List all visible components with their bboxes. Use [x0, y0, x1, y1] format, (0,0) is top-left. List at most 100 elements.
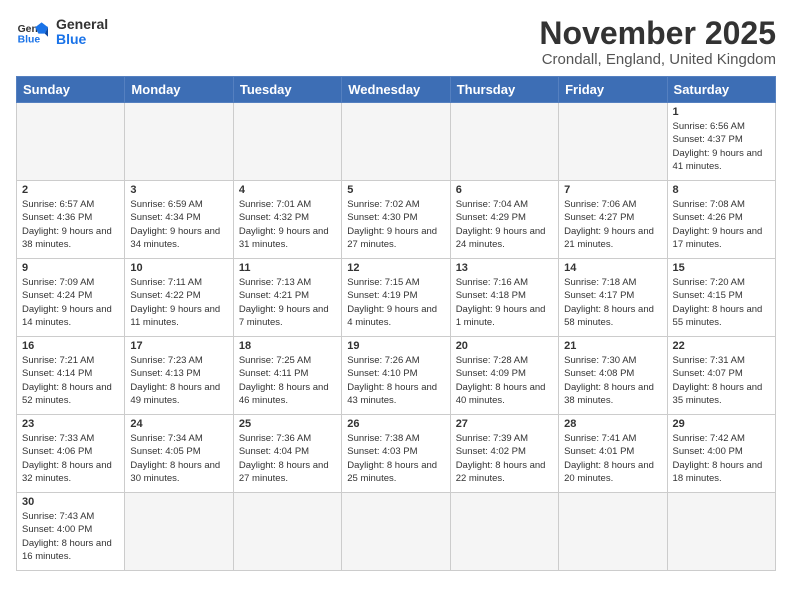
calendar-week-2: 9 Sunrise: 7:09 AM Sunset: 4:24 PM Daylig… — [17, 259, 776, 337]
day-info: Sunrise: 7:25 AM Sunset: 4:11 PM Dayligh… — [239, 354, 336, 407]
day-info: Sunrise: 7:09 AM Sunset: 4:24 PM Dayligh… — [22, 276, 119, 329]
day-info: Sunrise: 7:28 AM Sunset: 4:09 PM Dayligh… — [456, 354, 553, 407]
day-number: 22 — [673, 340, 770, 352]
calendar-header-row: SundayMondayTuesdayWednesdayThursdayFrid… — [17, 77, 776, 103]
day-info: Sunrise: 7:36 AM Sunset: 4:04 PM Dayligh… — [239, 432, 336, 485]
calendar-cell: 29 Sunrise: 7:42 AM Sunset: 4:00 PM Dayli… — [667, 415, 775, 493]
calendar-cell — [667, 493, 775, 571]
day-number: 13 — [456, 262, 553, 274]
day-number: 20 — [456, 340, 553, 352]
day-number: 3 — [130, 184, 227, 196]
weekday-header-monday: Monday — [125, 77, 233, 103]
day-number: 9 — [22, 262, 119, 274]
day-number: 23 — [22, 418, 119, 430]
calendar-cell — [450, 103, 558, 181]
logo-icon: General Blue — [16, 16, 48, 48]
calendar-cell: 13Sunrise: 7:16 AM Sunset: 4:18 PM Dayli… — [450, 259, 558, 337]
day-info: Sunrise: 7:13 AM Sunset: 4:21 PM Dayligh… — [239, 276, 336, 329]
calendar-cell: 4 Sunrise: 7:01 AM Sunset: 4:32 PM Daylig… — [233, 181, 341, 259]
day-info: Sunrise: 7:30 AM Sunset: 4:08 PM Dayligh… — [564, 354, 661, 407]
logo: General Blue General Blue — [16, 16, 108, 48]
day-info: Sunrise: 6:57 AM Sunset: 4:36 PM Dayligh… — [22, 198, 119, 251]
day-info: Sunrise: 7:42 AM Sunset: 4:00 PM Dayligh… — [673, 432, 770, 485]
day-info: Sunrise: 7:21 AM Sunset: 4:14 PM Dayligh… — [22, 354, 119, 407]
calendar-cell: 14Sunrise: 7:18 AM Sunset: 4:17 PM Dayli… — [559, 259, 667, 337]
calendar-cell: 28 Sunrise: 7:41 AM Sunset: 4:01 PM Dayli… — [559, 415, 667, 493]
calendar-cell — [559, 103, 667, 181]
calendar-cell — [125, 493, 233, 571]
calendar-cell: 17Sunrise: 7:23 AM Sunset: 4:13 PM Dayli… — [125, 337, 233, 415]
day-number: 17 — [130, 340, 227, 352]
day-number: 4 — [239, 184, 336, 196]
day-info: Sunrise: 6:59 AM Sunset: 4:34 PM Dayligh… — [130, 198, 227, 251]
day-info: Sunrise: 7:01 AM Sunset: 4:32 PM Dayligh… — [239, 198, 336, 251]
day-number: 28 — [564, 418, 661, 430]
weekday-header-tuesday: Tuesday — [233, 77, 341, 103]
calendar-cell — [17, 103, 125, 181]
calendar-cell — [125, 103, 233, 181]
calendar-cell: 6Sunrise: 7:04 AM Sunset: 4:29 PM Daylig… — [450, 181, 558, 259]
day-info: Sunrise: 7:04 AM Sunset: 4:29 PM Dayligh… — [456, 198, 553, 251]
calendar-table: SundayMondayTuesdayWednesdayThursdayFrid… — [16, 76, 776, 571]
day-number: 27 — [456, 418, 553, 430]
calendar-cell: 11Sunrise: 7:13 AM Sunset: 4:21 PM Dayli… — [233, 259, 341, 337]
calendar-cell: 2 Sunrise: 6:57 AM Sunset: 4:36 PM Daylig… — [17, 181, 125, 259]
day-info: Sunrise: 7:02 AM Sunset: 4:30 PM Dayligh… — [347, 198, 444, 251]
calendar-cell: 26 Sunrise: 7:38 AM Sunset: 4:03 PM Dayli… — [342, 415, 450, 493]
calendar-cell — [342, 493, 450, 571]
weekday-header-thursday: Thursday — [450, 77, 558, 103]
calendar-cell: 7Sunrise: 7:06 AM Sunset: 4:27 PM Daylig… — [559, 181, 667, 259]
day-number: 15 — [673, 262, 770, 274]
day-info: Sunrise: 7:39 AM Sunset: 4:02 PM Dayligh… — [456, 432, 553, 485]
calendar-week-4: 23 Sunrise: 7:33 AM Sunset: 4:06 PM Dayli… — [17, 415, 776, 493]
calendar-cell — [342, 103, 450, 181]
day-info: Sunrise: 7:11 AM Sunset: 4:22 PM Dayligh… — [130, 276, 227, 329]
day-info: Sunrise: 7:38 AM Sunset: 4:03 PM Dayligh… — [347, 432, 444, 485]
day-info: Sunrise: 7:33 AM Sunset: 4:06 PM Dayligh… — [22, 432, 119, 485]
day-number: 10 — [130, 262, 227, 274]
month-title: November 2025 — [539, 16, 776, 51]
day-number: 18 — [239, 340, 336, 352]
day-number: 16 — [22, 340, 119, 352]
day-info: Sunrise: 7:26 AM Sunset: 4:10 PM Dayligh… — [347, 354, 444, 407]
calendar-cell — [233, 103, 341, 181]
day-info: Sunrise: 7:43 AM Sunset: 4:00 PM Dayligh… — [22, 510, 119, 563]
calendar-cell — [233, 493, 341, 571]
calendar-cell: 23 Sunrise: 7:33 AM Sunset: 4:06 PM Dayli… — [17, 415, 125, 493]
day-info: Sunrise: 7:06 AM Sunset: 4:27 PM Dayligh… — [564, 198, 661, 251]
day-number: 26 — [347, 418, 444, 430]
calendar-week-0: 1Sunrise: 6:56 AM Sunset: 4:37 PM Daylig… — [17, 103, 776, 181]
weekday-header-saturday: Saturday — [667, 77, 775, 103]
calendar-cell: 15Sunrise: 7:20 AM Sunset: 4:15 PM Dayli… — [667, 259, 775, 337]
calendar-cell: 25Sunrise: 7:36 AM Sunset: 4:04 PM Dayli… — [233, 415, 341, 493]
day-number: 2 — [22, 184, 119, 196]
calendar-cell: 30 Sunrise: 7:43 AM Sunset: 4:00 PM Dayli… — [17, 493, 125, 571]
day-info: Sunrise: 7:34 AM Sunset: 4:05 PM Dayligh… — [130, 432, 227, 485]
calendar-cell: 21Sunrise: 7:30 AM Sunset: 4:08 PM Dayli… — [559, 337, 667, 415]
calendar-cell: 5Sunrise: 7:02 AM Sunset: 4:30 PM Daylig… — [342, 181, 450, 259]
day-number: 14 — [564, 262, 661, 274]
day-number: 12 — [347, 262, 444, 274]
day-info: Sunrise: 7:31 AM Sunset: 4:07 PM Dayligh… — [673, 354, 770, 407]
logo-blue-text: Blue — [56, 32, 108, 47]
calendar-cell: 19 Sunrise: 7:26 AM Sunset: 4:10 PM Dayli… — [342, 337, 450, 415]
calendar-week-5: 30 Sunrise: 7:43 AM Sunset: 4:00 PM Dayli… — [17, 493, 776, 571]
calendar-cell — [450, 493, 558, 571]
calendar-cell: 18 Sunrise: 7:25 AM Sunset: 4:11 PM Dayli… — [233, 337, 341, 415]
day-number: 19 — [347, 340, 444, 352]
day-number: 1 — [673, 106, 770, 118]
day-number: 29 — [673, 418, 770, 430]
day-info: Sunrise: 7:08 AM Sunset: 4:26 PM Dayligh… — [673, 198, 770, 251]
day-info: Sunrise: 7:15 AM Sunset: 4:19 PM Dayligh… — [347, 276, 444, 329]
day-info: Sunrise: 7:41 AM Sunset: 4:01 PM Dayligh… — [564, 432, 661, 485]
weekday-header-wednesday: Wednesday — [342, 77, 450, 103]
day-number: 30 — [22, 496, 119, 508]
calendar-cell: 12 Sunrise: 7:15 AM Sunset: 4:19 PM Dayli… — [342, 259, 450, 337]
calendar-week-3: 16 Sunrise: 7:21 AM Sunset: 4:14 PM Dayli… — [17, 337, 776, 415]
title-block: November 2025 Crondall, England, United … — [539, 16, 776, 68]
calendar-cell: 1Sunrise: 6:56 AM Sunset: 4:37 PM Daylig… — [667, 103, 775, 181]
calendar-cell: 3 Sunrise: 6:59 AM Sunset: 4:34 PM Daylig… — [125, 181, 233, 259]
weekday-header-friday: Friday — [559, 77, 667, 103]
day-number: 24 — [130, 418, 227, 430]
weekday-header-sunday: Sunday — [17, 77, 125, 103]
